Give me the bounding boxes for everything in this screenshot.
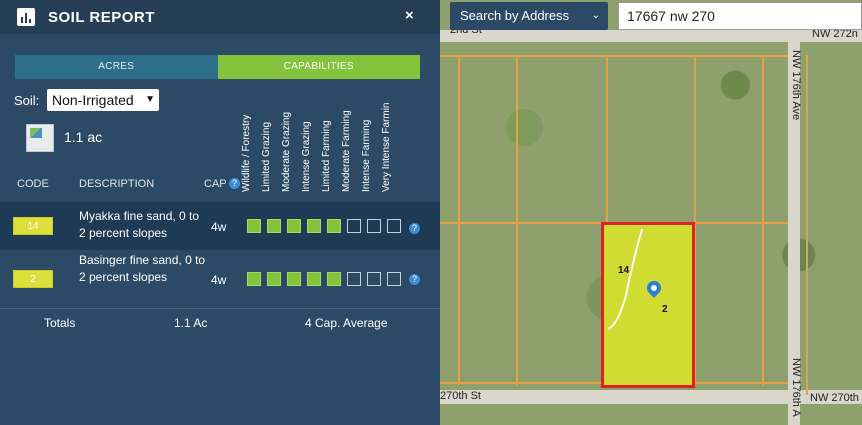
tab-bar: ACRES CAPABILITIES xyxy=(15,55,420,79)
capability-boxes xyxy=(247,219,401,233)
soil-description: Basinger fine sand, 0 to 2 percent slope… xyxy=(79,253,206,284)
capability-box xyxy=(367,272,381,286)
map-thumbnail-icon xyxy=(26,124,54,152)
capability-box xyxy=(387,272,401,286)
capability-box xyxy=(287,272,301,286)
row-help-icon[interactable]: ? xyxy=(409,223,420,234)
totals-acres: 1.1 Ac xyxy=(174,316,208,330)
capability-column-label: Intense Grazing xyxy=(301,121,312,192)
tab-capabilities[interactable]: CAPABILITIES xyxy=(217,55,420,79)
street-label: NW 270th xyxy=(810,392,859,404)
capability-column-label: Very Intense Farmin xyxy=(381,102,392,192)
totals-average: 4 Cap. Average xyxy=(305,316,388,330)
capability-column-label: Limited Grazing xyxy=(261,121,272,192)
soil-type-select[interactable]: Non-Irrigated ▼ xyxy=(47,89,159,111)
capability-box xyxy=(267,272,281,286)
soil-description: Myakka fine sand, 0 to 2 percent slopes xyxy=(79,209,200,240)
capability-box xyxy=(327,219,341,233)
total-acres: 1.1 ac xyxy=(64,129,103,145)
divider xyxy=(0,308,440,309)
cap-value: 4w xyxy=(211,220,227,234)
chevron-down-icon: ▼ xyxy=(145,94,155,105)
capability-box xyxy=(347,219,361,233)
satellite-map[interactable]: 14 2 2nd St NW 272n NW 176th Ave NW 176t… xyxy=(440,0,862,425)
table-row[interactable]: 2 Basinger fine sand, 0 to 2 percent slo… xyxy=(0,252,440,306)
row-help-icon[interactable]: ? xyxy=(409,274,420,285)
parcel-boundary xyxy=(458,55,460,385)
panel-header: SOIL REPORT × xyxy=(0,0,440,34)
selected-parcel[interactable] xyxy=(601,222,695,388)
header-code: CODE xyxy=(17,178,49,190)
parcel-soil-label: 14 xyxy=(618,265,630,276)
capability-column-label: Wildlife / Forestry xyxy=(241,114,252,192)
capability-box xyxy=(307,272,321,286)
totals-label: Totals xyxy=(44,316,76,330)
soil-report-panel: SOIL REPORT × ACRES CAPABILITIES Soil: N… xyxy=(0,0,440,425)
capability-box xyxy=(247,272,261,286)
bar-chart-icon xyxy=(17,8,35,26)
street-label: NW 176th A xyxy=(790,358,802,417)
capability-box xyxy=(367,219,381,233)
close-icon[interactable]: × xyxy=(405,7,414,24)
soil-boundary-line xyxy=(607,228,643,330)
capability-column-label: Moderate Farming xyxy=(341,110,352,192)
cap-value: 4w xyxy=(211,273,227,287)
panel-title: SOIL REPORT xyxy=(48,9,155,26)
street-label: 270th St xyxy=(440,390,481,402)
parcel-soil-label: 2 xyxy=(662,304,668,315)
capability-box xyxy=(287,219,301,233)
tab-acres[interactable]: ACRES xyxy=(15,55,218,79)
street-label: NW 176th Ave xyxy=(790,50,802,121)
cap-help-icon[interactable]: ? xyxy=(229,178,240,189)
capability-box xyxy=(247,219,261,233)
parcel-boundary xyxy=(806,55,808,395)
capability-box xyxy=(327,272,341,286)
capability-boxes xyxy=(247,272,401,286)
chevron-down-icon: ⌄ xyxy=(591,10,600,21)
capability-box xyxy=(307,219,321,233)
search-button-label: Search by Address xyxy=(460,8,570,23)
soil-label: Soil: xyxy=(14,93,40,108)
parcel-boundary xyxy=(762,55,764,385)
search-by-address-button[interactable]: Search by Address ⌄ xyxy=(450,2,608,30)
capability-box xyxy=(267,219,281,233)
capability-box xyxy=(347,272,361,286)
parcel-boundary xyxy=(440,55,788,57)
soil-type-value: Non-Irrigated xyxy=(52,92,134,108)
capability-column-label: Moderate Grazing xyxy=(281,111,292,192)
header-cap: CAP xyxy=(204,178,227,190)
soil-code-badge: 14 xyxy=(13,217,53,235)
address-search-input[interactable] xyxy=(618,2,862,30)
header-description: DESCRIPTION xyxy=(79,178,155,190)
table-row[interactable]: 14 Myakka fine sand, 0 to 2 percent slop… xyxy=(0,202,440,250)
soil-code-badge: 2 xyxy=(13,270,53,288)
capability-column-labels: Wildlife / Forestry Limited Grazing Mode… xyxy=(241,96,414,192)
capability-column-label: Intense Farming xyxy=(361,119,372,192)
parcel-boundary xyxy=(516,55,518,385)
capability-column-label: Limited Farming xyxy=(321,120,332,192)
capability-box xyxy=(387,219,401,233)
